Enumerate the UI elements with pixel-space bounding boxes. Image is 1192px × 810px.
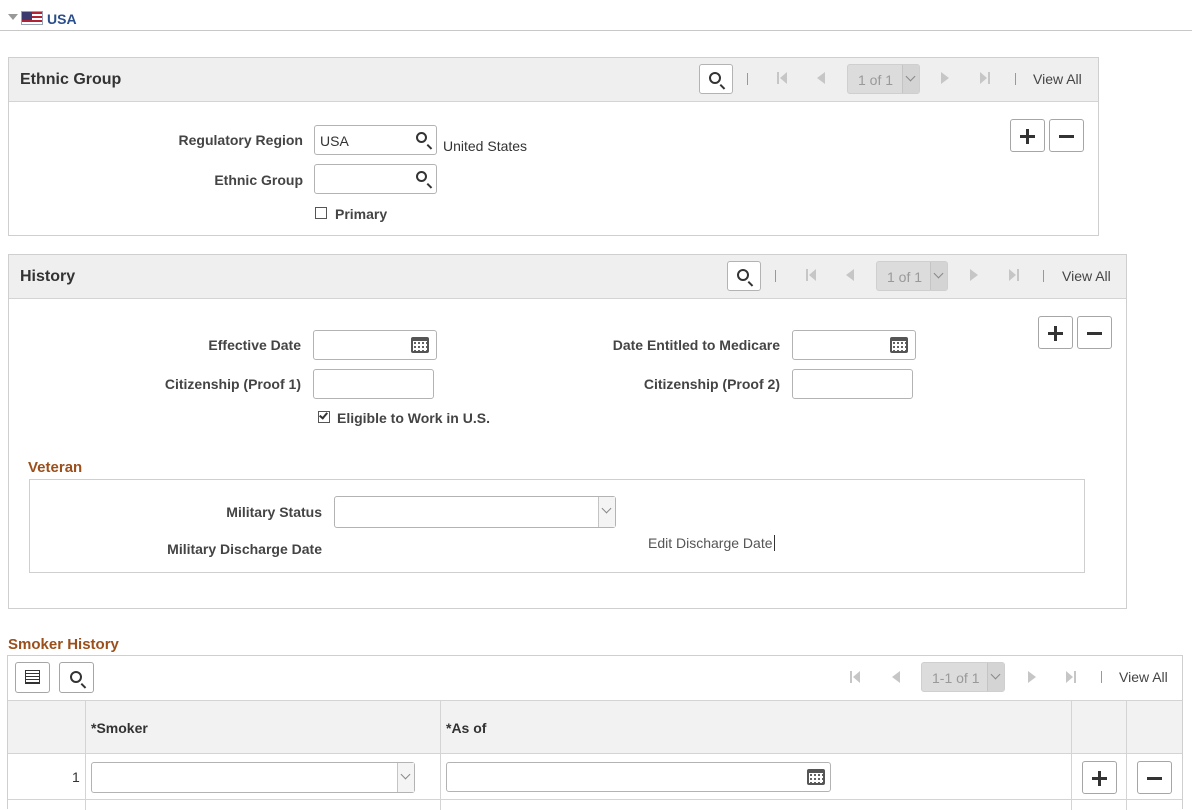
chevron-down-icon[interactable] [902,65,919,93]
add-row-button[interactable] [1010,119,1045,152]
previous-page-icon[interactable] [892,671,900,683]
chevron-down-icon[interactable] [930,262,947,290]
chevron-down-icon[interactable] [987,663,1004,691]
us-flag-icon [21,11,43,25]
last-page-icon[interactable] [1009,269,1019,281]
military-status-select[interactable] [334,496,616,528]
search-icon [709,72,721,84]
add-row-button[interactable] [1082,761,1117,794]
calendar-icon[interactable] [890,337,908,353]
history-find-button[interactable] [727,261,761,291]
citizenship-proof2-field[interactable] [792,369,913,399]
ethnic-group-find-button[interactable] [699,64,733,94]
collapse-arrow-icon[interactable] [8,14,18,20]
effective-date-field[interactable] [313,330,437,360]
regulatory-region-label: Regulatory Region [178,132,303,148]
search-icon[interactable] [416,132,427,143]
history-section: History 1 of 1 View All Effective Date D… [8,254,1127,609]
veteran-box: Military Status Military Discharge Date … [29,479,1085,573]
calendar-icon[interactable] [411,337,429,353]
first-page-icon[interactable] [777,72,787,84]
last-page-icon[interactable] [980,72,990,84]
regulatory-region-field[interactable]: USA [314,125,437,155]
medicare-date-field[interactable] [792,330,916,360]
row-number: 1 [72,769,80,785]
ethnic-group-view-all-link[interactable]: View All [1033,71,1082,87]
military-discharge-date-label: Military Discharge Date [167,541,322,557]
ethnic-group-row-counter[interactable]: 1 of 1 [847,64,920,94]
smoker-history-grid: 1-1 of 1 View All *Smoker *As of 1 [7,655,1183,810]
next-page-icon[interactable] [970,269,978,281]
history-view-all-link[interactable]: View All [1062,268,1111,284]
delete-row-button[interactable] [1077,316,1112,349]
checkmark-icon [319,410,328,420]
column-header-smoker: *Smoker [91,720,148,736]
history-title: History [20,268,76,285]
military-status-label: Military Status [226,504,322,520]
history-header: History 1 of 1 View All [9,255,1126,299]
primary-label: Primary [335,206,388,222]
next-page-icon[interactable] [941,72,949,84]
citizenship-proof1-label: Citizenship (Proof 1) [164,376,301,392]
history-row-counter[interactable]: 1 of 1 [876,261,948,291]
delete-row-icon [1147,777,1162,780]
first-page-icon[interactable] [850,671,860,683]
smoker-select[interactable] [91,762,415,793]
as-of-date-field[interactable] [446,762,831,792]
search-icon [737,269,749,281]
delete-row-icon [1087,332,1102,335]
previous-page-icon[interactable] [817,72,825,84]
search-icon[interactable] [416,171,427,182]
table-row: 1 [8,754,1182,800]
previous-page-icon[interactable] [846,269,854,281]
country-bar: USA [0,0,1192,31]
add-row-button[interactable] [1038,316,1073,349]
delete-row-button[interactable] [1049,119,1084,152]
edit-discharge-date-link[interactable]: Edit Discharge Date [648,535,775,551]
veteran-heading: Veteran [28,459,83,476]
ethnic-group-field[interactable] [314,164,437,194]
grid-personalize-icon [25,670,40,684]
ethnic-group-header: Ethnic Group 1 of 1 View All [9,58,1098,102]
smoker-history-heading: Smoker History [8,636,119,653]
next-page-icon[interactable] [1028,671,1036,683]
delete-row-icon [1059,135,1074,138]
chevron-down-icon[interactable] [598,497,615,527]
smoker-row-counter[interactable]: 1-1 of 1 [921,662,1005,692]
smoker-table-header: *Smoker *As of [8,700,1182,754]
citizenship-proof1-field[interactable] [313,369,434,399]
smoker-view-all-link[interactable]: View All [1119,669,1168,685]
eligible-to-work-label: Eligible to Work in U.S. [337,410,490,426]
medicare-date-label: Date Entitled to Medicare [612,337,780,353]
last-page-icon[interactable] [1066,671,1076,683]
column-header-as-of: *As of [446,720,487,736]
search-icon [70,671,82,683]
citizenship-proof2-label: Citizenship (Proof 2) [643,376,780,392]
smoker-find-button[interactable] [59,662,94,693]
personalize-grid-button[interactable] [15,662,50,693]
primary-checkbox[interactable] [315,207,327,219]
first-page-icon[interactable] [806,269,816,281]
ethnic-group-section: Ethnic Group 1 of 1 View All Regulatory … [8,57,1099,236]
chevron-down-icon[interactable] [397,763,414,792]
eligible-to-work-checkbox[interactable] [318,410,330,423]
ethnic-group-title: Ethnic Group [20,71,122,88]
regulatory-region-description: United States [443,138,528,154]
calendar-icon[interactable] [807,769,825,785]
delete-row-button[interactable] [1137,761,1172,794]
country-link[interactable]: USA [47,11,77,27]
ethnic-group-label: Ethnic Group [214,172,303,188]
effective-date-label: Effective Date [208,337,301,353]
